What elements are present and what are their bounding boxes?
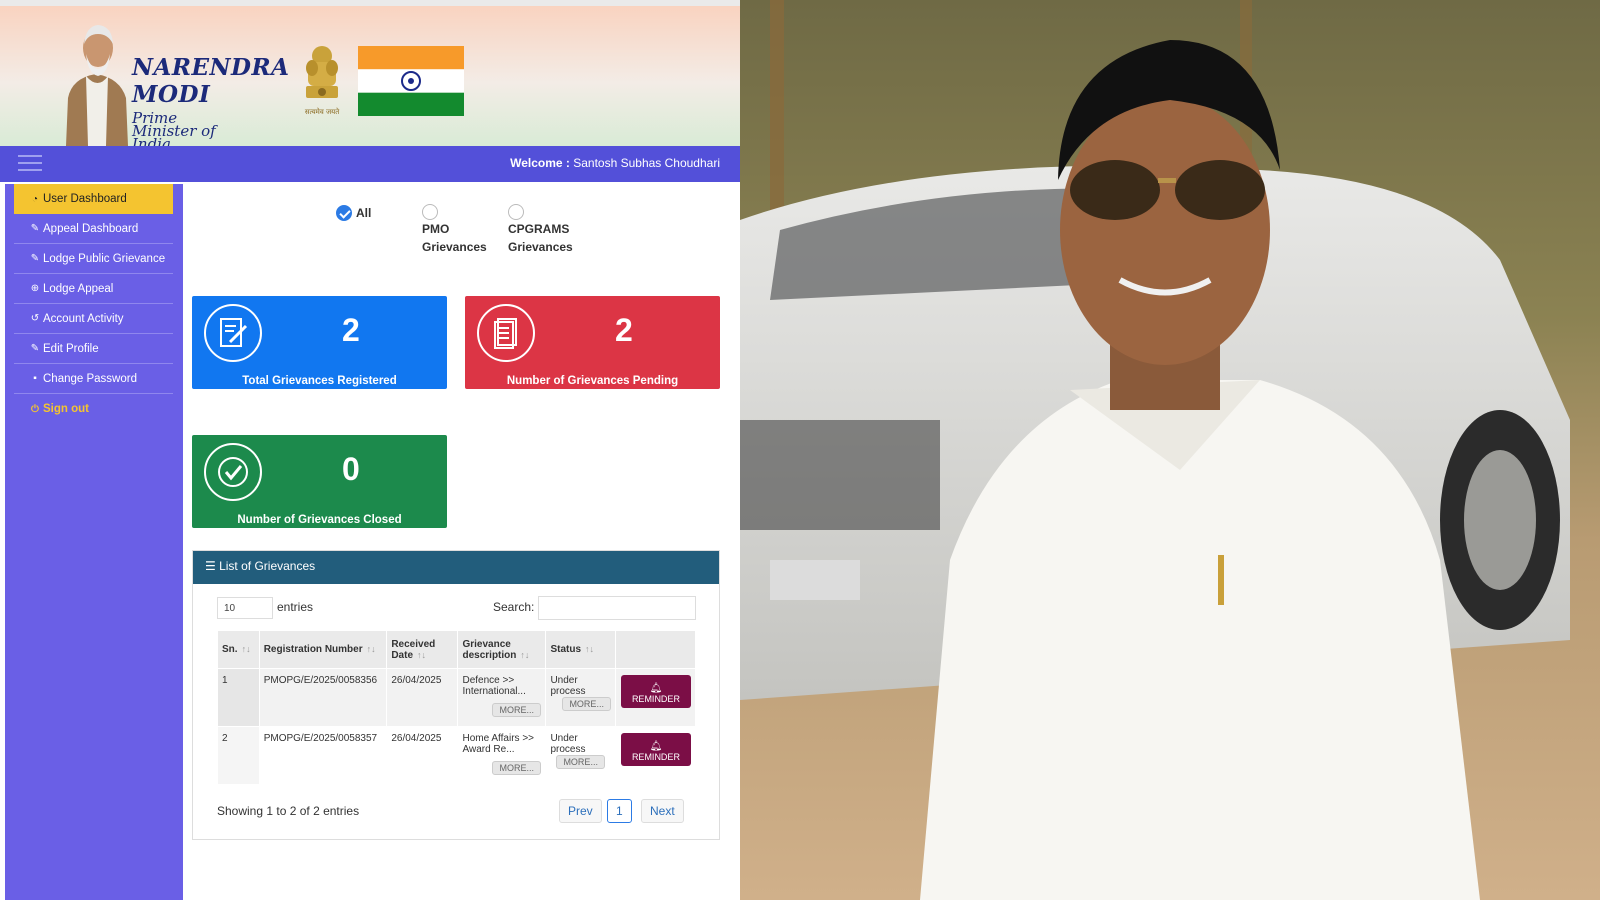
sidebar-item-edit-profile[interactable]: ✎ Edit Profile (14, 334, 173, 364)
search-input[interactable] (538, 596, 696, 620)
sort-icon: ↑↓ (585, 644, 594, 654)
cell-status: Under process MORE... (545, 668, 616, 727)
total-label: Total Grievances Registered (242, 375, 397, 387)
india-flag-icon (358, 46, 464, 116)
menu-toggle-icon[interactable] (18, 155, 42, 173)
edit-icon: ✎ (30, 253, 40, 264)
check-circle-icon (204, 443, 262, 501)
welcome-label: Welcome : (510, 156, 570, 170)
bell-icon: 🔔︎ (649, 740, 663, 752)
reminder-button[interactable]: 🔔︎ REMINDER (620, 675, 691, 708)
more-description-button[interactable]: MORE... (492, 703, 541, 717)
cell-description: Defence >> International... MORE... (457, 668, 547, 727)
radio-unchecked-icon (422, 204, 438, 220)
card-closed-grievances[interactable]: 0 Number of Grievances Closed (192, 435, 447, 528)
user-name: Santosh Subhas Choudhari (573, 156, 720, 170)
cell-sn: 1 (217, 668, 260, 727)
closed-count: 0 (342, 451, 360, 487)
filter-all-radio[interactable]: All (336, 204, 371, 222)
pm-name-line1: NARENDRA (132, 54, 290, 81)
col-status[interactable]: Status ↑↓ (545, 630, 616, 669)
cell-received-date: 26/04/2025 (386, 668, 459, 727)
pending-count: 2 (615, 312, 633, 348)
col-action (614, 630, 697, 669)
radio-checked-icon (336, 205, 352, 221)
table-info: Showing 1 to 2 of 2 entries (217, 804, 360, 818)
sort-icon: ↑↓ (366, 644, 376, 654)
filter-cpgrams-radio[interactable]: CPGRAMS Grievances (508, 204, 573, 256)
edit-icon: ✎ (30, 223, 40, 234)
closed-label: Number of Grievances Closed (237, 514, 402, 526)
more-description-button[interactable]: MORE... (492, 761, 541, 775)
top-navbar: Welcome : Santosh Subhas Choudhari (0, 146, 740, 182)
col-grievance-description[interactable]: Grievance description ↑↓ (457, 630, 547, 669)
grievance-list-header: ☰ List of Grievances (193, 551, 719, 584)
page-1-button[interactable]: 1 (607, 799, 632, 823)
entries-length-select[interactable]: 10 (217, 597, 273, 619)
col-received-date[interactable]: Received Date ↑↓ (386, 630, 459, 669)
sidebar-item-appeal-dashboard[interactable]: ✎ Appeal Dashboard (14, 214, 173, 244)
edit-icon: ✎ (30, 343, 40, 354)
pm-name: NARENDRA MODI (132, 54, 289, 108)
sort-icon: ↑↓ (520, 649, 530, 660)
plus-circle-icon: ⊕ (30, 283, 40, 294)
cell-registration-number: PMOPG/E/2025/0058357 (258, 726, 388, 785)
filter-pmo-radio[interactable]: PMO Grievances (422, 204, 487, 256)
sidebar: ◔ User Dashboard ✎ Appeal Dashboard ✎ Lodge… (5, 184, 183, 900)
document-list-icon (477, 304, 535, 362)
entries-label: entries (277, 600, 314, 614)
prev-page-button[interactable]: Prev (559, 799, 602, 823)
lock-icon: ▪ (33, 373, 37, 384)
table-row: 1 PMOPG/E/2025/0058356 26/04/2025 Defenc… (217, 668, 697, 727)
emblem-motto: सत्यमेव जयते (305, 107, 340, 116)
reminder-button[interactable]: 🔔︎ REMINDER (620, 733, 691, 766)
sidebar-item-lodge-public-grievance[interactable]: ✎ Lodge Public Grievance (14, 244, 173, 274)
more-status-button[interactable]: MORE... (562, 697, 611, 711)
portrait-photo (740, 0, 1600, 900)
grievance-table: Sn. ↑↓ Registration Number ↑↓ Received Dat… (217, 630, 697, 785)
sort-icon: ↑↓ (417, 649, 427, 660)
portal-panel: NARENDRA MODI Prime Minister of India सत… (0, 0, 740, 900)
sidebar-item-change-password[interactable]: ▪ Change Password (14, 364, 173, 394)
dashboard-icon: ◔ (31, 193, 39, 205)
card-pending-grievances[interactable]: 2 Number of Grievances Pending (465, 296, 720, 389)
pending-label: Number of Grievances Pending (506, 375, 679, 387)
power-icon: ⏻ (31, 403, 39, 415)
grievance-list-panel: ☰ List of Grievances 10 entries Search: … (192, 550, 720, 840)
radio-unchecked-icon (508, 204, 524, 220)
next-page-button[interactable]: Next (641, 799, 684, 823)
more-status-button[interactable]: MORE... (556, 755, 605, 769)
col-sn[interactable]: Sn. ↑↓ (217, 630, 260, 669)
cell-description: Home Affairs >> Award Re... MORE... (457, 726, 547, 785)
sort-icon: ↑↓ (241, 644, 251, 654)
cell-registration-number: PMOPG/E/2025/0058356 (258, 668, 388, 727)
sidebar-item-sign-out[interactable]: ⏻ Sign out (14, 394, 173, 424)
cell-action: 🔔︎ REMINDER (614, 726, 697, 785)
card-total-grievances[interactable]: 2 Total Grievances Registered (192, 296, 447, 389)
cell-status: Under process MORE... (545, 726, 616, 785)
sidebar-item-account-activity[interactable]: ↺ Account Activity (14, 304, 173, 334)
list-icon: ☰ (205, 559, 220, 573)
welcome-text: Welcome : Santosh Subhas Choudhari (510, 156, 720, 170)
header-banner: NARENDRA MODI Prime Minister of India सत… (0, 6, 740, 152)
pm-portrait-image (66, 25, 128, 146)
bell-icon: 🔔︎ (649, 682, 663, 694)
national-emblem-icon: सत्यमेव जयते (305, 46, 340, 116)
history-icon: ↺ (30, 313, 40, 324)
pm-name-line2: MODI (132, 81, 211, 108)
col-registration-number[interactable]: Registration Number ↑↓ (258, 630, 388, 669)
cell-sn: 2 (217, 726, 260, 785)
cell-action: 🔔︎ REMINDER (614, 668, 697, 727)
sidebar-item-user-dashboard[interactable]: ◔ User Dashboard (14, 184, 173, 214)
total-count: 2 (342, 312, 360, 348)
cell-received-date: 26/04/2025 (386, 726, 459, 785)
search-label: Search: (493, 600, 535, 614)
sidebar-item-lodge-appeal[interactable]: ⊕ Lodge Appeal (14, 274, 173, 304)
document-edit-icon (204, 304, 262, 362)
table-row: 2 PMOPG/E/2025/0058357 26/04/2025 Home A… (217, 726, 697, 785)
